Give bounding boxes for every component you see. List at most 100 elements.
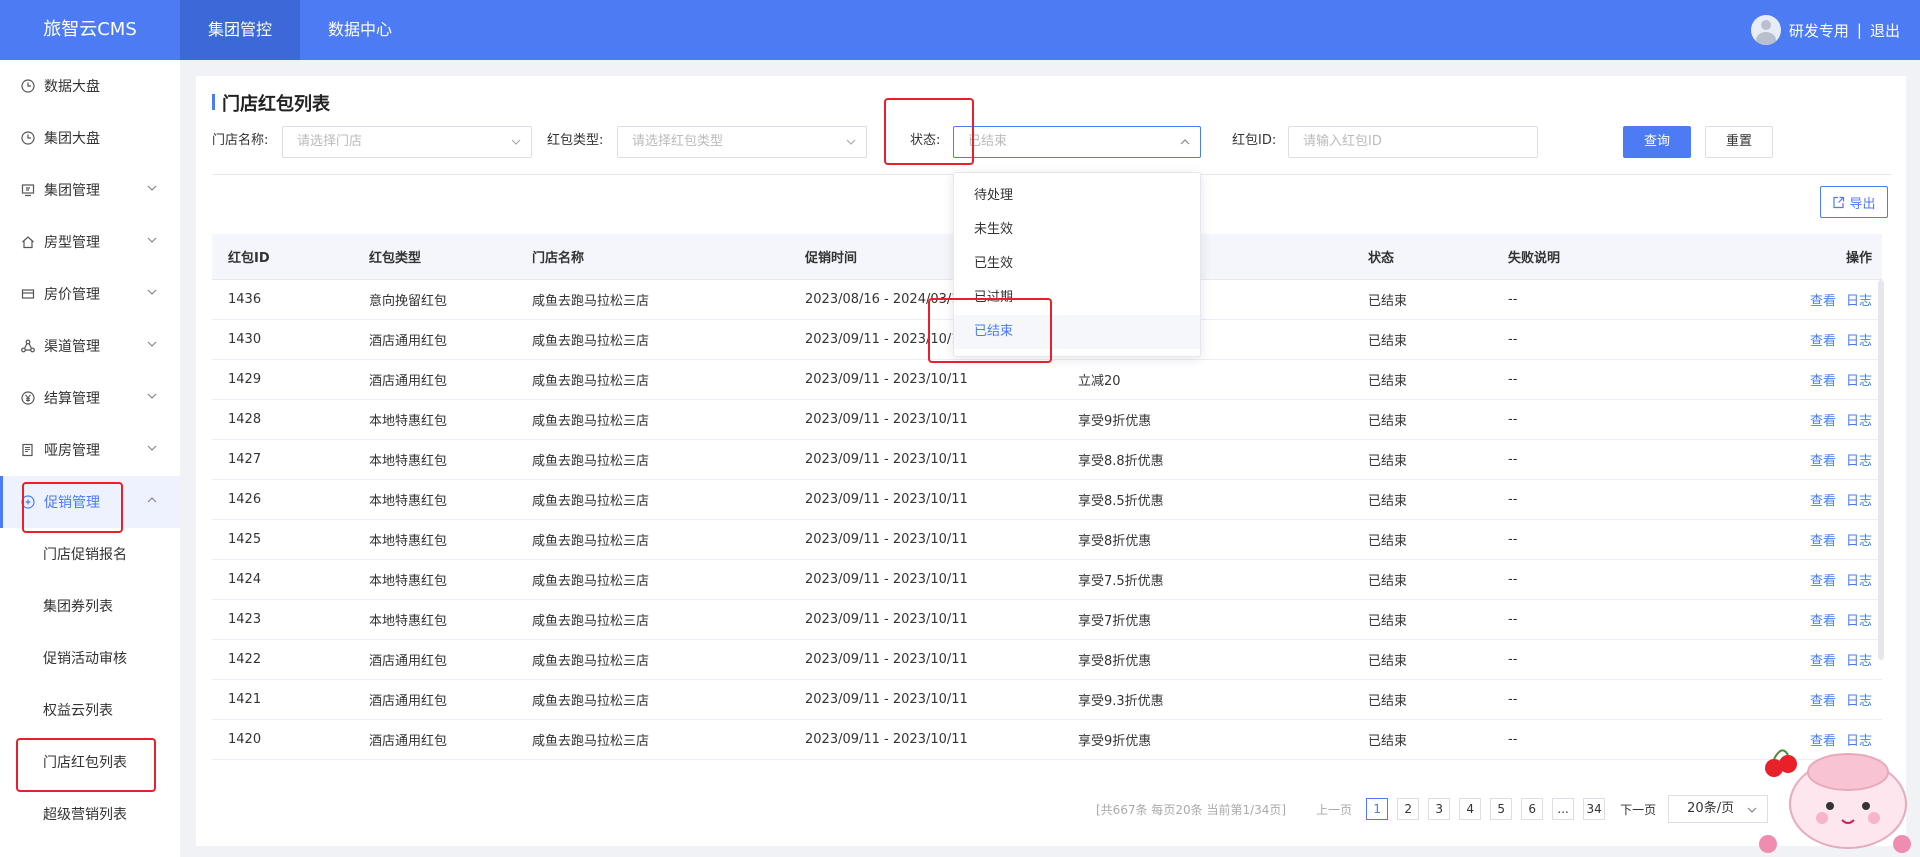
status-option-ended[interactable]: 已结束: [954, 315, 1200, 349]
chevron-up-icon: [147, 497, 157, 503]
log-link[interactable]: 日志: [1846, 574, 1872, 589]
type-select[interactable]: 请选择红包类型: [617, 126, 867, 158]
sidebar-item-room-price[interactable]: 房价管理: [0, 268, 180, 320]
log-link[interactable]: 日志: [1846, 654, 1872, 669]
user-area: 研发专用 | 退出: [1750, 0, 1900, 60]
log-link[interactable]: 日志: [1846, 454, 1872, 469]
view-link[interactable]: 查看: [1810, 614, 1836, 629]
cell-time: 2023/09/11 - 2023/10/11: [805, 652, 968, 667]
sidebar-item-data-dashboard[interactable]: 数据大盘: [0, 60, 180, 112]
topnav-group-control[interactable]: 集团管控: [180, 0, 301, 60]
sidebar-item-channel[interactable]: 渠道管理: [0, 320, 180, 372]
prev-page-button[interactable]: 上一页: [1316, 801, 1352, 818]
view-link[interactable]: 查看: [1810, 374, 1836, 389]
status-option-not-effective[interactable]: 未生效: [954, 213, 1200, 247]
view-link[interactable]: 查看: [1810, 494, 1836, 509]
page-button-last[interactable]: 34: [1583, 798, 1606, 820]
view-link[interactable]: 查看: [1810, 654, 1836, 669]
status-filter-label: 状态:: [910, 133, 941, 148]
header-store: 门店名称: [532, 251, 585, 266]
header-actions: 操作: [1845, 251, 1872, 266]
view-link[interactable]: 查看: [1810, 334, 1836, 349]
log-link[interactable]: 日志: [1846, 334, 1872, 349]
page-button-4[interactable]: 4: [1459, 798, 1482, 820]
page-button-2[interactable]: 2: [1397, 798, 1420, 820]
cell-fail-reason: --: [1508, 532, 1518, 547]
cell-id: 1425: [228, 532, 262, 547]
view-link[interactable]: 查看: [1810, 534, 1836, 549]
view-link[interactable]: 查看: [1810, 414, 1836, 429]
log-link[interactable]: 日志: [1846, 694, 1872, 709]
page-ellipsis[interactable]: ...: [1552, 798, 1575, 820]
brand-logo[interactable]: 旅智云CMS: [0, 0, 180, 60]
cell-content: 享受8折优惠: [1078, 654, 1152, 669]
cell-store: 咸鱼去跑马拉松三店: [532, 534, 650, 549]
chevron-down-icon: [147, 237, 157, 243]
avatar[interactable]: [1750, 15, 1781, 45]
cell-content: 享受8折优惠: [1078, 534, 1152, 549]
query-button[interactable]: 查询: [1623, 126, 1691, 158]
log-link[interactable]: 日志: [1846, 534, 1872, 549]
page-button-3[interactable]: 3: [1428, 798, 1451, 820]
cell-store: 咸鱼去跑马拉松三店: [532, 334, 650, 349]
log-link[interactable]: 日志: [1846, 614, 1872, 629]
sidebar-item-dummy-room[interactable]: 哑房管理: [0, 424, 180, 476]
page-button-6[interactable]: 6: [1521, 798, 1544, 820]
table-scrollbar[interactable]: [1878, 280, 1884, 660]
log-link[interactable]: 日志: [1846, 414, 1872, 429]
cell-type: 本地特惠红包: [369, 454, 448, 469]
page-button-5[interactable]: 5: [1490, 798, 1513, 820]
mascot-sticker-image: [1759, 749, 1911, 853]
view-link[interactable]: 查看: [1810, 694, 1836, 709]
sidebar-item-room-type[interactable]: 房型管理: [0, 216, 180, 268]
view-link[interactable]: 查看: [1810, 454, 1836, 469]
cell-id: 1421: [228, 692, 262, 707]
export-button[interactable]: 导出: [1820, 186, 1888, 218]
sidebar-subitem-super-marketing-list[interactable]: 超级营销列表: [0, 788, 180, 840]
status-option-pending[interactable]: 待处理: [954, 179, 1200, 213]
page-button-1[interactable]: 1: [1366, 798, 1389, 820]
sidebar-subitem-store-promotion-signup[interactable]: 门店促销报名: [0, 528, 180, 580]
export-label: 导出: [1849, 196, 1876, 212]
cell-store: 咸鱼去跑马拉松三店: [532, 374, 650, 389]
page-size-select[interactable]: 20条/页: [1668, 795, 1769, 823]
sidebar-subitem-promotion-review[interactable]: 促销活动审核: [0, 632, 180, 684]
status-select[interactable]: 已结束: [953, 126, 1201, 158]
sidebar-item-group-dashboard[interactable]: 集团大盘: [0, 112, 180, 164]
user-name[interactable]: 研发专用: [1789, 20, 1849, 41]
cell-status: 已结束: [1368, 454, 1408, 469]
next-page-button[interactable]: 下一页: [1620, 801, 1656, 818]
cell-store: 咸鱼去跑马拉松三店: [532, 494, 650, 509]
store-filter-label: 门店名称:: [212, 133, 269, 148]
view-link[interactable]: 查看: [1810, 574, 1836, 589]
header-status: 状态: [1368, 251, 1395, 266]
sidebar-item-group-management[interactable]: 集团管理: [0, 164, 180, 216]
cell-fail-reason: --: [1508, 332, 1518, 347]
cell-fail-reason: --: [1508, 412, 1518, 427]
table-row: 1423 本地特惠红包 咸鱼去跑马拉松三店 2023/09/11 - 2023/10/…: [212, 600, 1882, 640]
log-link[interactable]: 日志: [1846, 294, 1872, 309]
log-link[interactable]: 日志: [1846, 374, 1872, 389]
store-select[interactable]: 请选择门店: [282, 126, 532, 158]
cell-store: 咸鱼去跑马拉松三店: [532, 654, 650, 669]
cell-content: 享受9折优惠: [1078, 734, 1152, 749]
status-option-effective[interactable]: 已生效: [954, 247, 1200, 281]
cell-type: 本地特惠红包: [369, 494, 448, 509]
sidebar-item-settlement[interactable]: 结算管理: [0, 372, 180, 424]
cell-fail-reason: --: [1508, 372, 1518, 387]
table-row: 1426 本地特惠红包 咸鱼去跑马拉松三店 2023/09/11 - 2023/10/…: [212, 480, 1882, 520]
sidebar-subitem-group-coupon-list[interactable]: 集团券列表: [0, 580, 180, 632]
reset-button[interactable]: 重置: [1705, 126, 1773, 158]
clock-icon: [20, 78, 36, 94]
cell-actions: 查看 日志: [1762, 530, 1882, 549]
topnav-data-center[interactable]: 数据中心: [300, 0, 420, 60]
cell-actions: 查看 日志: [1762, 290, 1882, 309]
view-link[interactable]: 查看: [1810, 294, 1836, 309]
redpacket-id-input[interactable]: 请输入红包ID: [1288, 126, 1538, 158]
sidebar-subitem-equity-cloud-list[interactable]: 权益云列表: [0, 684, 180, 736]
status-option-expired[interactable]: 已过期: [954, 281, 1200, 315]
sidebar-item-promotion[interactable]: 促销管理: [0, 476, 180, 528]
sidebar-subitem-store-redpacket-list[interactable]: 门店红包列表: [0, 736, 180, 788]
log-link[interactable]: 日志: [1846, 494, 1872, 509]
logout-link[interactable]: 退出: [1870, 20, 1900, 41]
